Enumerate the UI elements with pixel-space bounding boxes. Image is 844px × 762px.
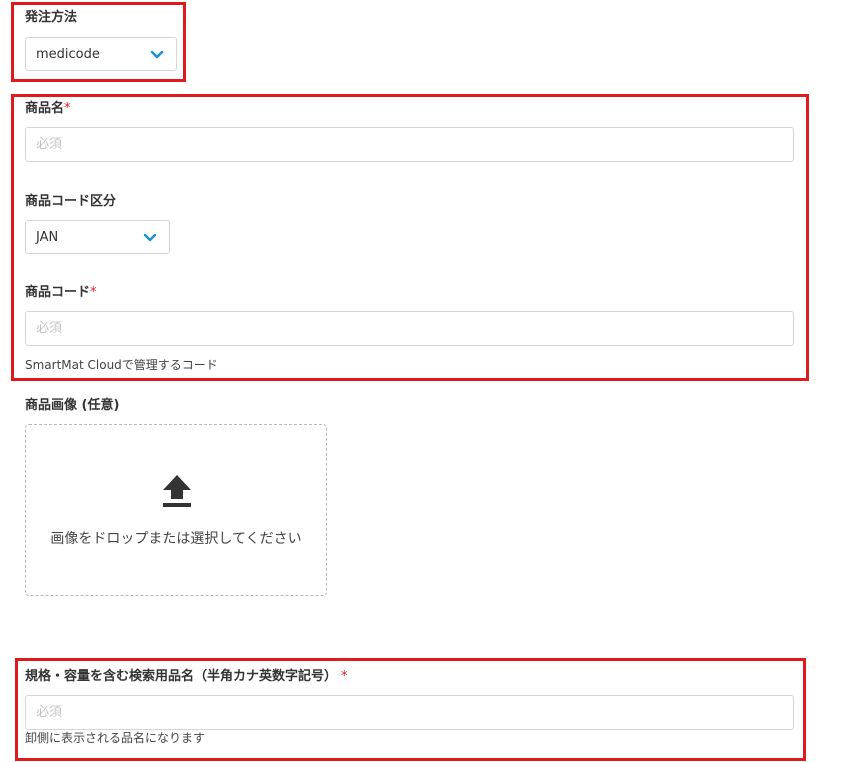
product-name-input[interactable] <box>25 127 794 162</box>
product-image-label: 商品画像 (任意) <box>25 398 120 413</box>
chevron-down-icon <box>150 50 164 59</box>
order-method-value: medicode <box>36 47 100 62</box>
product-code-type-select[interactable]: JAN <box>25 220 170 254</box>
order-method-label: 発注方法 <box>25 10 78 25</box>
search-name-input[interactable] <box>25 695 794 730</box>
image-dropzone[interactable]: 画像をドロップまたは選択してください <box>25 424 327 596</box>
search-name-label: 規格・容量を含む検索用品名（半角カナ英数字記号） * <box>25 669 348 685</box>
required-mark: * <box>341 669 348 684</box>
product-code-help-text: SmartMat Cloudで管理するコード <box>25 358 218 372</box>
product-name-label: 商品名* <box>25 101 71 117</box>
product-code-type-value: JAN <box>36 230 59 245</box>
dropzone-text: 画像をドロップまたは選択してください <box>50 531 302 547</box>
search-name-label-text: 規格・容量を含む検索用品名（半角カナ英数字記号） <box>25 669 338 684</box>
chevron-down-icon <box>143 233 157 242</box>
upload-icon <box>163 475 191 507</box>
product-code-label-text: 商品コード <box>25 285 91 300</box>
product-name-label-text: 商品名 <box>25 101 65 116</box>
required-mark: * <box>90 285 97 300</box>
product-code-input[interactable] <box>25 311 794 346</box>
search-name-help-text: 卸側に表示される品名になります <box>25 731 206 745</box>
product-code-label: 商品コード* <box>25 285 97 301</box>
product-code-type-label: 商品コード区分 <box>25 194 117 209</box>
order-method-select[interactable]: medicode <box>25 37 177 71</box>
required-mark: * <box>64 101 71 116</box>
